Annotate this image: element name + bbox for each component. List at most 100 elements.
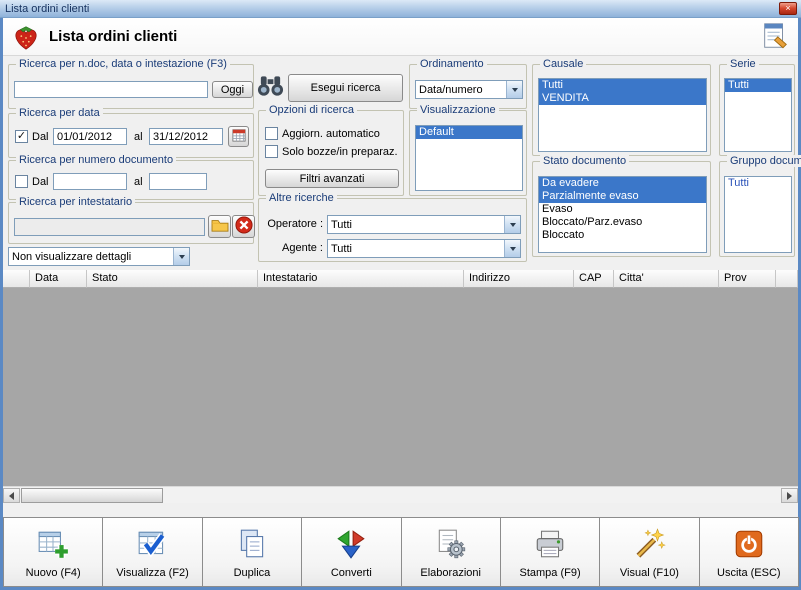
operatore-select[interactable]: Tutti xyxy=(327,215,521,234)
orders-table-body[interactable] xyxy=(3,288,798,486)
action-label: Stampa (F9) xyxy=(519,567,581,579)
stato-listbox[interactable]: Da evadere Parzialmente evaso Evaso Bloc… xyxy=(538,176,707,253)
num-to-input[interactable] xyxy=(149,173,207,190)
window-title: Lista ordini clienti xyxy=(5,2,90,15)
num-dal-label: Dal xyxy=(32,176,49,188)
convert-arrows-icon xyxy=(334,523,368,564)
solo-bozze-checkbox[interactable] xyxy=(265,145,278,158)
group-altre-ricerche: Altre ricerche Operatore : Tutti Agente … xyxy=(258,192,527,262)
arrow-right-icon xyxy=(787,491,792,500)
agente-select[interactable]: Tutti xyxy=(327,239,521,258)
group-visualizzazione: Visualizzazione Default xyxy=(409,104,527,196)
esegui-ricerca-button[interactable]: Esegui ricerca xyxy=(288,74,403,102)
magic-wand-icon xyxy=(632,523,667,564)
column-header-indirizzo[interactable]: Indirizzo xyxy=(464,270,574,288)
list-item[interactable]: Bloccato xyxy=(539,229,706,242)
group-ricerca-doc-label: Ricerca per n.doc, data o intestazione (… xyxy=(16,58,230,70)
table-header: Data Stato Intestatario Indirizzo CAP Ci… xyxy=(3,270,798,288)
titlebar[interactable]: Lista ordini clienti × xyxy=(0,0,801,18)
oggi-button[interactable]: Oggi xyxy=(212,81,253,98)
report-icon[interactable] xyxy=(760,21,790,54)
close-button[interactable]: × xyxy=(779,2,797,15)
stampa-button[interactable]: Stampa (F9) xyxy=(499,517,601,587)
strawberry-icon xyxy=(11,22,41,55)
list-item[interactable]: Tutti xyxy=(725,79,791,92)
column-header-citta[interactable]: Citta' xyxy=(614,270,719,288)
gruppo-listbox[interactable]: Tutti xyxy=(724,176,792,253)
num-dal-checkbox[interactable] xyxy=(15,175,28,188)
group-gruppo-documento: Gruppo documento Tutti xyxy=(719,155,801,257)
filtri-avanzati-button[interactable]: Filtri avanzati xyxy=(265,169,399,188)
intestatario-lookup-button[interactable] xyxy=(208,215,231,238)
group-visualizzazione-label: Visualizzazione xyxy=(417,104,499,116)
chevron-down-icon[interactable] xyxy=(173,248,189,265)
list-item[interactable]: Parzialmente evaso xyxy=(539,190,706,203)
operatore-value: Tutti xyxy=(331,218,352,231)
group-serie: Serie Tutti xyxy=(719,58,795,156)
bottom-spacer xyxy=(3,503,798,517)
ordinamento-select[interactable]: Data/numero xyxy=(415,80,523,99)
action-label: Duplica xyxy=(233,567,271,579)
column-header-stato[interactable]: Stato xyxy=(87,270,258,288)
visualizzazione-listbox[interactable]: Default xyxy=(415,125,523,191)
new-grid-plus-icon xyxy=(36,523,70,564)
group-ordinamento-label: Ordinamento xyxy=(417,58,487,70)
agente-label: Agente : xyxy=(282,242,323,254)
list-item[interactable]: Default xyxy=(416,126,522,139)
column-header-data[interactable]: Data xyxy=(30,270,87,288)
date-dal-label: Dal xyxy=(32,131,49,143)
scroll-right-button[interactable] xyxy=(781,488,798,503)
chevron-down-icon[interactable] xyxy=(504,216,520,233)
list-item[interactable]: Evaso xyxy=(539,203,706,216)
intestatario-clear-button[interactable] xyxy=(232,215,255,238)
elaborazioni-button[interactable]: Elaborazioni xyxy=(400,517,501,587)
date-to-input[interactable] xyxy=(149,128,223,145)
num-from-input[interactable] xyxy=(53,173,127,190)
visual-button[interactable]: Visual (F10) xyxy=(599,517,700,587)
duplica-button[interactable]: Duplica xyxy=(201,517,303,587)
group-opzioni-ricerca: Opzioni di ricerca Aggiorn. automatico S… xyxy=(258,104,404,196)
causale-listbox[interactable]: Tutti VENDITA xyxy=(538,78,707,152)
row-selector-column-header[interactable] xyxy=(3,270,30,288)
scrollbar-thumb[interactable] xyxy=(21,488,163,503)
action-label: Converti xyxy=(330,567,372,579)
duplicate-pages-icon xyxy=(235,523,269,564)
visualizza-button[interactable]: Visualizza (F2) xyxy=(102,517,203,587)
column-header-prov[interactable]: Prov xyxy=(719,270,776,288)
converti-button[interactable]: Converti xyxy=(301,517,402,587)
date-dal-checkbox[interactable]: ✓ xyxy=(15,130,28,143)
group-opzioni-label: Opzioni di ricerca xyxy=(266,104,357,116)
group-causale: Causale Tutti VENDITA xyxy=(532,58,711,156)
column-header-intestatario[interactable]: Intestatario xyxy=(258,270,464,288)
agente-value: Tutti xyxy=(331,242,352,255)
scroll-left-button[interactable] xyxy=(3,488,20,503)
red-delete-icon xyxy=(234,216,253,237)
uscita-button[interactable]: Uscita (ESC) xyxy=(698,517,799,587)
serie-listbox[interactable]: Tutti xyxy=(724,78,792,152)
intestatario-input[interactable] xyxy=(14,218,205,236)
group-serie-label: Serie xyxy=(727,58,759,70)
calendar-button[interactable] xyxy=(228,126,249,147)
list-item[interactable]: Tutti xyxy=(539,79,706,92)
aggiorn-automatico-checkbox[interactable] xyxy=(265,127,278,140)
action-label: Visualizza (F2) xyxy=(116,567,189,579)
group-ricerca-data: Ricerca per data ✓ Dal al xyxy=(8,107,254,158)
column-header-filler xyxy=(776,270,798,288)
dettagli-select[interactable]: Non visualizzare dettagli xyxy=(8,247,190,266)
date-from-input[interactable] xyxy=(53,128,127,145)
horizontal-scrollbar[interactable] xyxy=(3,486,798,503)
list-item[interactable]: Bloccato/Parz.evaso xyxy=(539,216,706,229)
group-ricerca-numero: Ricerca per numero documento Dal al xyxy=(8,154,254,200)
group-stato-label: Stato documento xyxy=(540,155,630,167)
chevron-down-icon[interactable] xyxy=(504,240,520,257)
doc-search-input[interactable] xyxy=(14,81,208,98)
nuovo-button[interactable]: Nuovo (F4) xyxy=(3,517,104,587)
column-header-cap[interactable]: CAP xyxy=(574,270,614,288)
printer-icon xyxy=(533,523,567,564)
solo-bozze-label: Solo bozze/in preparaz. xyxy=(282,146,398,158)
action-label: Visual (F10) xyxy=(619,567,679,579)
chevron-down-icon[interactable] xyxy=(506,81,522,98)
list-item[interactable]: Da evadere xyxy=(539,177,706,190)
list-item[interactable]: Tutti xyxy=(725,177,791,190)
list-item[interactable]: VENDITA xyxy=(539,92,706,105)
